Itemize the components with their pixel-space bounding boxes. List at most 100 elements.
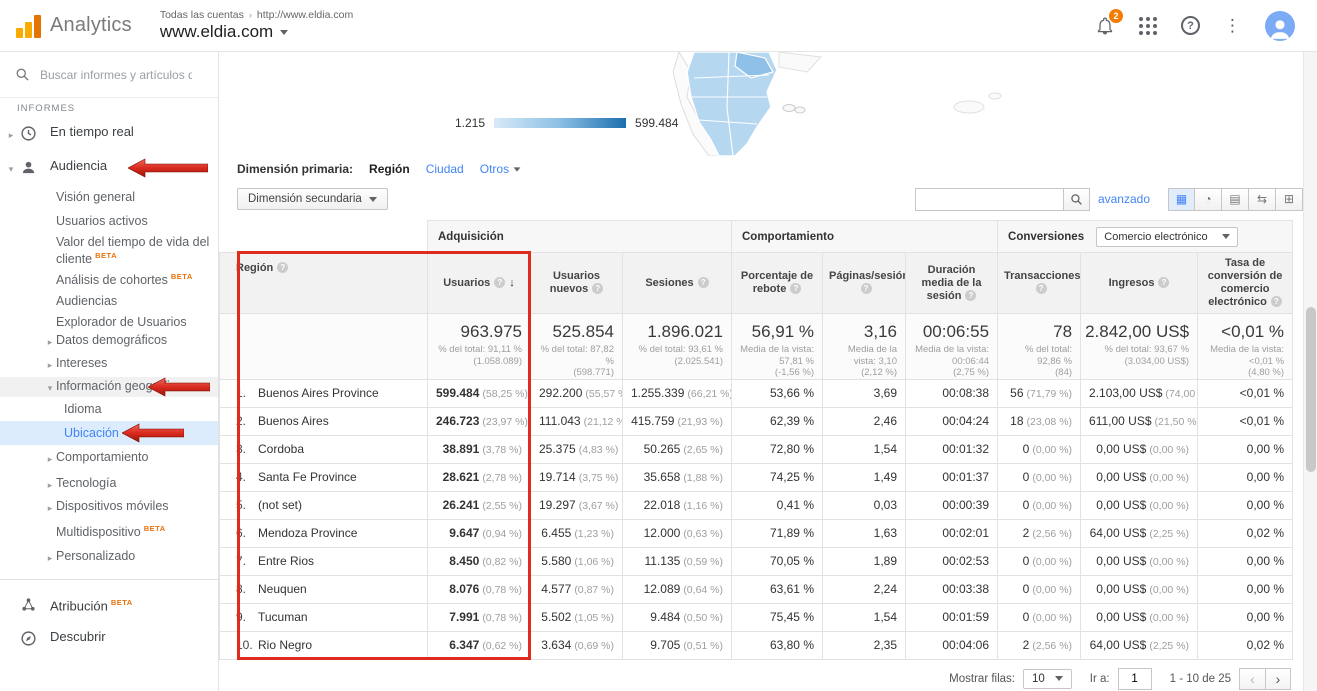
sidebar-item-informacion-geografica[interactable]: ▾Información geográfica	[0, 377, 218, 397]
dimension-region[interactable]: Región	[369, 162, 410, 176]
sidebar-item-en-tiempo-real[interactable]: ▸En tiempo real	[0, 117, 218, 151]
help-icon[interactable]: ?	[790, 283, 801, 294]
column-ingresos[interactable]: Ingresos?	[1081, 253, 1198, 314]
sidebar-item-audiencia[interactable]: ▾Audiencia	[0, 151, 218, 185]
column-duracion-media[interactable]: Duración media de la sesión?	[906, 253, 998, 314]
rows-per-page-select[interactable]: 10	[1023, 669, 1072, 689]
notifications-button[interactable]: 2	[1095, 16, 1115, 36]
region-cell[interactable]: 1.Buenos Aires Province	[220, 379, 428, 407]
region-cell[interactable]: 2.Buenos Aires	[220, 407, 428, 435]
chevron-down-icon[interactable]: ▾	[5, 162, 17, 176]
view-comparison-button[interactable]: ⇆	[1249, 188, 1276, 211]
sidebar-item-explorador-usuarios[interactable]: Explorador de Usuarios	[0, 313, 218, 331]
metric-cell: 0(0,00 %)	[998, 435, 1081, 463]
goto-page-input[interactable]	[1118, 668, 1152, 690]
chevron-right-icon[interactable]: ▸	[44, 452, 56, 466]
scrollbar-thumb[interactable]	[1306, 307, 1316, 472]
sidebar-item-vision-general[interactable]: Visión general	[0, 185, 218, 209]
help-icon[interactable]: ?	[698, 277, 709, 288]
column-transacciones[interactable]: Transacciones?	[998, 253, 1081, 314]
sidebar-item-descubrir[interactable]: Descubrir	[0, 622, 218, 656]
sidebar-item-personalizado[interactable]: ▸Personalizado	[0, 544, 218, 570]
table-row[interactable]: 3.Cordoba38.891(3,78 %)25.375(4,83 %)50.…	[220, 435, 1293, 463]
more-options-button[interactable]: ⋮	[1224, 17, 1241, 34]
sidebar-item-dispositivos-moviles[interactable]: ▸Dispositivos móviles	[0, 497, 218, 517]
dimension-ciudad[interactable]: Ciudad	[426, 162, 464, 176]
sidebar-item-multidispositivo[interactable]: MultidispositivoBETA	[0, 517, 218, 544]
sidebar-search[interactable]	[0, 52, 218, 98]
region-cell[interactable]: 6.Mendoza Province	[220, 519, 428, 547]
region-cell[interactable]: 8.Neuquen	[220, 575, 428, 603]
column-paginas-sesion[interactable]: Páginas/sesión?	[823, 253, 906, 314]
sidebar-item-intereses[interactable]: ▸Intereses	[0, 351, 218, 377]
chevron-right-icon[interactable]: ▸	[5, 128, 17, 142]
table-search-input[interactable]	[915, 188, 1063, 211]
table-row[interactable]: 1.Buenos Aires Province599.484(58,25 %)2…	[220, 379, 1293, 407]
secondary-dimension-button[interactable]: Dimensión secundaria	[237, 188, 388, 210]
chevron-down-icon[interactable]: ▾	[44, 381, 56, 395]
view-table-button[interactable]: ▦	[1168, 188, 1195, 211]
region-cell[interactable]: 5.(not set)	[220, 491, 428, 519]
region-cell[interactable]: 10.Rio Negro	[220, 631, 428, 659]
next-page-button[interactable]: ›	[1265, 668, 1291, 690]
help-button[interactable]: ?	[1181, 16, 1200, 35]
table-row[interactable]: 2.Buenos Aires246.723(23,97 %)111.043(21…	[220, 407, 1293, 435]
sidebar-item-valor-tiempo-vida-cliente[interactable]: Valor del tiempo de vida del clienteBETA	[0, 233, 218, 268]
help-icon[interactable]: ?	[965, 290, 976, 301]
region-cell[interactable]: 9.Tucuman	[220, 603, 428, 631]
sidebar-item-usuarios-activos[interactable]: Usuarios activos	[0, 209, 218, 233]
vertical-scrollbar[interactable]	[1303, 52, 1317, 691]
sidebar-item-ubicacion[interactable]: Ubicación	[0, 421, 218, 445]
table-row[interactable]: 7.Entre Rios8.450(0,82 %)5.580(1,06 %)11…	[220, 547, 1293, 575]
help-icon[interactable]: ?	[1158, 277, 1169, 288]
sidebar-item-datos-demograficos[interactable]: ▸Datos demográficos	[0, 331, 218, 351]
advanced-search-link[interactable]: avanzado	[1098, 192, 1150, 206]
geo-map[interactable]	[639, 52, 1019, 156]
help-icon[interactable]: ?	[277, 262, 288, 273]
table-row[interactable]: 6.Mendoza Province9.647(0,94 %)6.455(1,2…	[220, 519, 1293, 547]
column-tasa-conversion[interactable]: Tasa de conversión de comercio electróni…	[1198, 253, 1293, 314]
sidebar-item-atribucion[interactable]: AtribuciónBETA	[0, 588, 218, 622]
sidebar-item-idioma[interactable]: Idioma	[0, 397, 218, 421]
sidebar-item-audiencias[interactable]: Audiencias	[0, 289, 218, 313]
table-row[interactable]: 9.Tucuman7.991(0,78 %)5.502(1,05 %)9.484…	[220, 603, 1293, 631]
property-selector[interactable]: www.eldia.com	[160, 22, 353, 42]
column-porcentaje-rebote[interactable]: Porcentaje de rebote?	[732, 253, 823, 314]
apps-grid-button[interactable]	[1139, 17, 1157, 35]
sidebar-item-analisis-cohortes[interactable]: Análisis de cohortesBETA	[0, 268, 218, 289]
prev-page-button[interactable]: ‹	[1239, 668, 1265, 690]
ecommerce-selector[interactable]: Comercio electrónico	[1096, 227, 1237, 247]
chevron-right-icon[interactable]: ▸	[44, 501, 56, 515]
chevron-right-icon[interactable]: ▸	[44, 551, 56, 565]
search-input[interactable]	[40, 68, 192, 82]
column-usuarios[interactable]: Usuarios?↓	[428, 253, 531, 314]
avatar[interactable]	[1265, 11, 1295, 41]
help-icon[interactable]: ?	[592, 283, 603, 294]
table-row[interactable]: 5.(not set)26.241(2,55 %)19.297(3,67 %)2…	[220, 491, 1293, 519]
region-cell[interactable]: 4.Santa Fe Province	[220, 463, 428, 491]
column-region[interactable]: Región?	[220, 253, 428, 314]
view-performance-button[interactable]: ▤	[1222, 188, 1249, 211]
help-icon[interactable]: ?	[861, 283, 872, 294]
region-cell[interactable]: 7.Entre Rios	[220, 547, 428, 575]
help-icon[interactable]: ?	[1036, 283, 1047, 294]
region-cell[interactable]: 3.Cordoba	[220, 435, 428, 463]
table-row[interactable]: 10.Rio Negro6.347(0,62 %)3.634(0,69 %)9.…	[220, 631, 1293, 659]
sidebar-item-tecnologia[interactable]: ▸Tecnología	[0, 471, 218, 497]
view-pivot-button[interactable]: ⊞	[1276, 188, 1303, 211]
view-percentage-button[interactable]: ◔	[1195, 188, 1222, 211]
breadcrumb-accounts[interactable]: Todas las cuentas	[160, 9, 244, 21]
chevron-right-icon[interactable]: ▸	[44, 478, 56, 492]
column-sesiones[interactable]: Sesiones?	[623, 253, 732, 314]
table-row[interactable]: 8.Neuquen8.076(0,78 %)4.577(0,87 %)12.08…	[220, 575, 1293, 603]
sidebar-item-comportamiento[interactable]: ▸Comportamiento	[0, 445, 218, 471]
help-icon[interactable]: ?	[1271, 296, 1282, 307]
column-usuarios-nuevos[interactable]: Usuarios nuevos?	[531, 253, 623, 314]
dimension-otros[interactable]: Otros	[480, 162, 521, 176]
table-row[interactable]: 4.Santa Fe Province28.621(2,78 %)19.714(…	[220, 463, 1293, 491]
breadcrumb-property-url[interactable]: http://www.eldia.com	[257, 9, 353, 21]
chevron-right-icon[interactable]: ▸	[44, 335, 56, 349]
chevron-right-icon[interactable]: ▸	[44, 358, 56, 372]
table-search-button[interactable]	[1063, 188, 1090, 211]
help-icon[interactable]: ?	[494, 277, 505, 288]
